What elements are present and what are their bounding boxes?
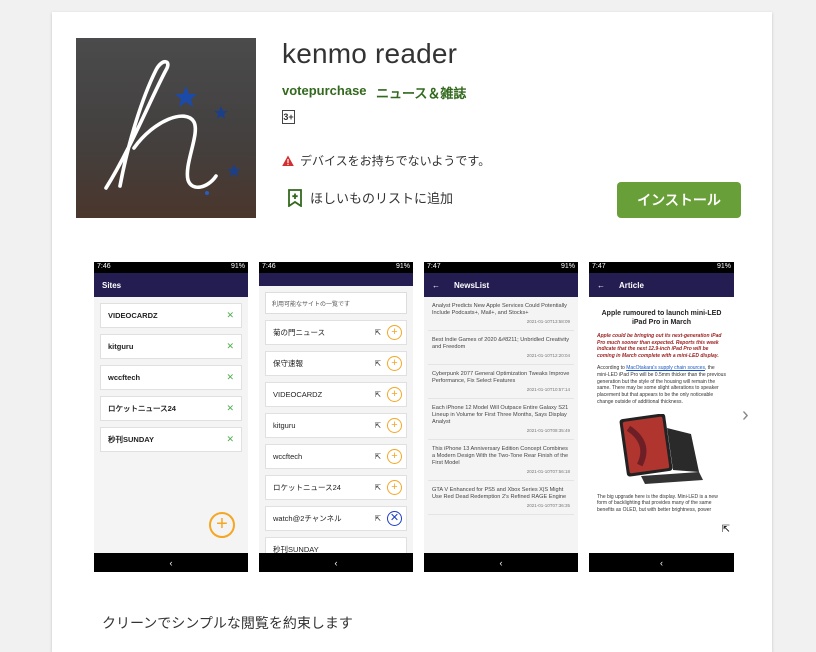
app-bar: Sites <box>94 273 248 297</box>
open-external-icon: ⇱ <box>374 390 381 399</box>
open-external-icon: ⇱ <box>374 359 381 368</box>
article-text: According to MacOtakara's supply chain s… <box>597 365 726 405</box>
site-list-item: kitguru ⇱ + <box>265 413 407 438</box>
open-external-icon: ⇱ <box>374 514 381 523</box>
site-list-item: ロケットニュース24 ✕ <box>100 396 242 421</box>
add-icon: + <box>387 480 402 495</box>
news-list-item: This iPhone 13 Anniversary Edition Conce… <box>428 439 574 481</box>
open-external-icon: ⇱ <box>374 452 381 461</box>
article-headline: Apple rumoured to launch mini-LED iPad P… <box>601 310 722 327</box>
close-icon: ✕ <box>226 341 234 351</box>
category-link[interactable]: ニュース＆雑誌 <box>376 83 466 102</box>
site-list-item: 保守速報 ⇱ + <box>265 351 407 376</box>
add-icon: + <box>387 356 402 371</box>
nav-bar: ‹ <box>259 553 413 572</box>
nav-bar: ‹ <box>424 553 578 572</box>
list-header: 利用可能なサイトの一覧です <box>265 292 407 314</box>
warning-icon <box>282 155 294 166</box>
app-bar: ← Article <box>589 273 734 297</box>
developer-link[interactable]: votepurchase <box>282 83 367 98</box>
open-external-icon: ⇱ <box>721 524 730 535</box>
app-bar: ← NewsList <box>424 273 578 297</box>
add-icon: + <box>387 325 402 340</box>
status-bar: 7:47 91% <box>424 262 578 273</box>
back-arrow-icon: ← <box>597 280 605 290</box>
news-list-item: Cyberpunk 2077 General Optimization Twea… <box>428 364 574 399</box>
bookmark-add-icon <box>288 188 302 207</box>
article-text-2: The big upgrade here is the display. Min… <box>597 493 718 514</box>
news-list-item: Each iPhone 12 Model Will Outpace Entire… <box>428 398 574 440</box>
news-list-item: GTA V Enhanced for PS5 and Xbox Series X… <box>428 480 574 515</box>
site-list-item: kitguru ✕ <box>100 334 242 359</box>
site-list-item: wccftech ✕ <box>100 365 242 390</box>
screenshot-2[interactable]: 7:46 91% 利用可能なサイトの一覧です 菊の門ニュース ⇱ + 保守速報 ⇱ + V… <box>259 262 413 572</box>
warning-text: デバイスをお持ちでないようです。 <box>300 154 491 168</box>
open-external-icon: ⇱ <box>374 421 381 430</box>
add-icon: + <box>387 418 402 433</box>
article-body: Apple rumoured to launch mini-LED iPad P… <box>589 297 734 572</box>
site-list-item: watch@2チャンネル ⇱ ✕ <box>265 506 407 531</box>
content-rating-badge: 3+ <box>282 110 295 124</box>
close-icon: ✕ <box>226 434 234 444</box>
site-list-item: wccftech ⇱ + <box>265 444 407 469</box>
app-icon <box>76 38 256 218</box>
site-list-item: 菊の門ニュース ⇱ + <box>265 320 407 345</box>
app-details-card: kenmo reader votepurchase ニュース＆雑誌 3+ デバイ… <box>52 12 772 652</box>
status-bar: 7:46 91% <box>94 262 248 273</box>
device-warning: デバイスをお持ちでないようです。 <box>282 152 490 169</box>
app-title: kenmo reader <box>282 38 458 69</box>
nav-bar: ‹ <box>589 553 734 572</box>
site-list-item: 秒刊SUNDAY ✕ <box>100 427 242 452</box>
chevron-right-icon[interactable]: › <box>742 404 749 427</box>
close-icon: ✕ <box>226 403 234 413</box>
install-button[interactable]: インストール <box>617 182 741 218</box>
screenshot-4[interactable]: 7:47 91% ← Article Apple rumoured to launc… <box>589 262 734 572</box>
screenshot-3[interactable]: 7:47 91% ← NewsList Analyst Predicts New A… <box>424 262 578 572</box>
add-icon: + <box>387 449 402 464</box>
news-list-item: Best Indie Games of 2020 &#8211; Unbridl… <box>428 330 574 365</box>
site-list-item: VIDEOCARDZ ⇱ + <box>265 382 407 407</box>
status-bar: 7:46 91% <box>259 262 413 273</box>
add-icon: + <box>387 387 402 402</box>
close-icon: ✕ <box>226 310 234 320</box>
screenshot-1[interactable]: 7:46 91% Sites VIDEOCARDZ ✕ kitguru ✕ wccft… <box>94 262 248 572</box>
article-link: MacOtakara's supply chain sources <box>626 365 705 372</box>
article-lead: Apple could be bringing out its next-gen… <box>597 333 722 359</box>
wishlist-label: ほしいものリストに追加 <box>310 191 454 206</box>
news-list-item: Analyst Predicts New Apple Services Coul… <box>428 297 574 331</box>
add-fab-icon: + <box>209 512 235 538</box>
status-bar: 7:47 91% <box>589 262 734 273</box>
open-external-icon: ⇱ <box>374 483 381 492</box>
screenshot-carousel: 7:46 91% Sites VIDEOCARDZ ✕ kitguru ✕ wccft… <box>94 262 734 572</box>
close-icon: ✕ <box>226 372 234 382</box>
app-description: クリーンでシンプルな閲覧を約束します <box>102 615 353 631</box>
ipad-image <box>611 413 706 486</box>
back-arrow-icon: ← <box>432 280 440 290</box>
nav-bar: ‹ <box>94 553 248 572</box>
close-fab-icon: ✕ <box>387 511 402 526</box>
site-list-item: VIDEOCARDZ ✕ <box>100 303 242 328</box>
site-list-item: ロケットニュース24 ⇱ + <box>265 475 407 500</box>
open-external-icon: ⇱ <box>374 328 381 337</box>
wishlist-button[interactable]: ほしいものリストに追加 <box>288 188 453 207</box>
